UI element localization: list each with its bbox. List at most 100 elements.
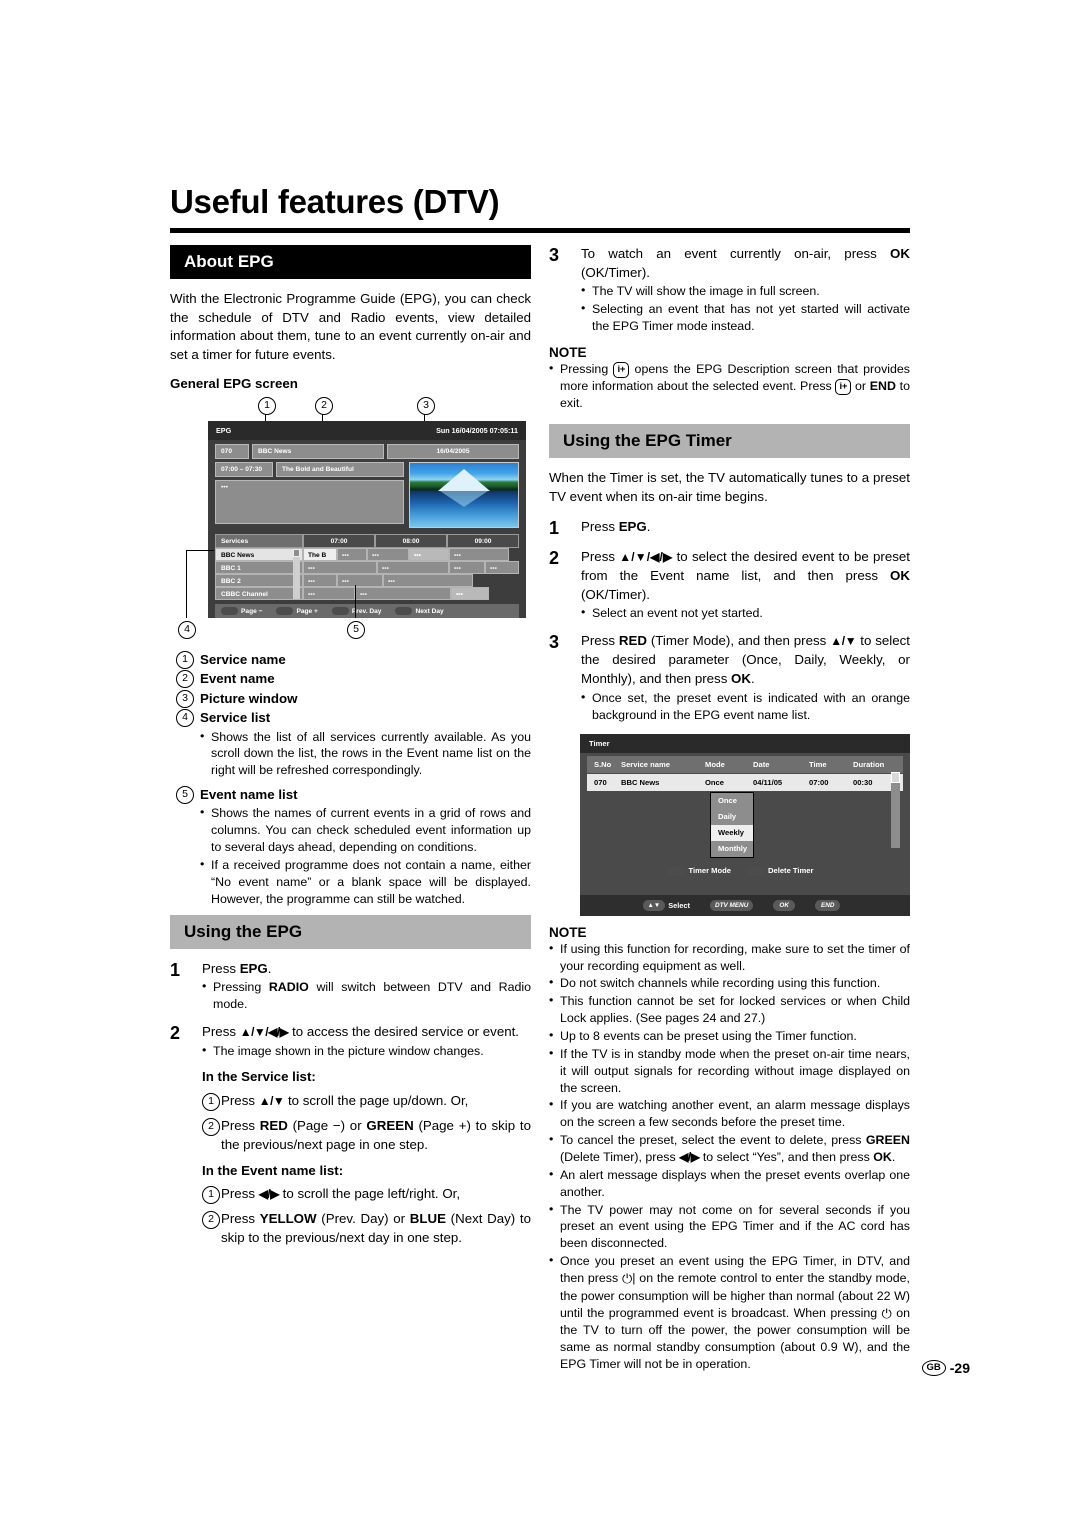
dropdown-option-once[interactable]: Once (711, 793, 753, 809)
epg-event-left: 07:00 – 07:30 The Bold and Beautiful ••• (215, 462, 404, 528)
step-text-2: Press ▲/▼/◀/▶ to access the desired serv… (202, 1024, 519, 1040)
section-header-using-epg: Using the EPG (170, 914, 531, 949)
timer-step-text-3: Press RED (Timer Mode), and then press ▲… (581, 633, 911, 687)
subhead-event-name-list: In the Event name list: (202, 1162, 344, 1178)
timer-cell-date: 04/11/05 (753, 777, 783, 787)
step-text-1: Press EPG. (202, 960, 272, 976)
epg-color-button-1[interactable]: Page + (276, 607, 318, 616)
epg-service-list[interactable]: BBC News BBC 1 BBC 2 CBBC Channel (215, 548, 303, 601)
timer-key-dtvmenu[interactable]: DTV MENU (709, 899, 754, 911)
epg-grid-body: BBC News BBC 1 BBC 2 CBBC Channel The B •… (215, 548, 519, 601)
epg-services-header: Services (215, 534, 303, 549)
epg-event-cell-1-2[interactable]: ••• (449, 561, 485, 575)
event-list-step-2-text: Press YELLOW (Prev. Day) or BLUE (Next D… (221, 1211, 532, 1246)
timer-color-button-1[interactable]: Delete Timer (746, 865, 813, 876)
epg-event-cell-0-0[interactable]: The B (303, 548, 337, 562)
figure-legend: 1 Service name 2 Event name 3 Picture wi… (170, 651, 531, 907)
service-list-steps: 1 Press ▲/▼ to scroll the page up/down. … (202, 1092, 531, 1155)
note-bullet-0: If using this function for recording, ma… (549, 940, 910, 975)
service-list-step-1-text: Press ▲/▼ to scroll the page up/down. Or… (221, 1092, 469, 1108)
leader-line-5 (355, 585, 357, 619)
legend-number-2: 2 (170, 670, 200, 689)
epg-event-cell-0-2[interactable]: ••• (367, 548, 409, 562)
epg-event-cell-2-2[interactable]: ••• (383, 574, 473, 588)
epg-time-header-1: 08:00 (375, 534, 447, 549)
note-title-bottom: NOTE (549, 924, 587, 940)
red-button-icon (666, 865, 686, 876)
epg-service-item-0[interactable]: BBC News (215, 548, 303, 562)
epg-service-item-1[interactable]: BBC 1 (215, 561, 303, 575)
epg-service-item-2[interactable]: BBC 2 (215, 574, 303, 588)
timer-titlebar: Timer (580, 733, 910, 753)
epg-event-cell-0-1[interactable]: ••• (337, 548, 367, 562)
timer-step-body-1: Press EPG. (581, 518, 910, 539)
legend-number-3: 3 (170, 689, 200, 708)
timer-table-row[interactable]: 070 BBC News Once 04/11/05 07:00 00:30 (587, 773, 903, 791)
dropdown-option-weekly[interactable]: Weekly (711, 824, 753, 841)
epg-event-cell-2-0[interactable]: ••• (303, 574, 337, 588)
note-bullet-8: The TV power may not come on for several… (549, 1201, 910, 1253)
epg-color-button-3[interactable]: Next Day (395, 607, 444, 616)
legend-label-5: Event name list (200, 787, 298, 803)
timer-color-button-bar: Timer Mode Delete Timer (580, 865, 910, 876)
epg-event-cell-3-0[interactable]: ••• (303, 587, 355, 601)
callout-1: 1 (258, 397, 276, 416)
timer-scrollbar-thumb[interactable] (891, 771, 900, 783)
legend-number-5: 5 (170, 786, 200, 805)
epg-scrollbar-thumb[interactable] (293, 549, 300, 558)
dropdown-option-daily[interactable]: Daily (711, 809, 753, 825)
timer-title: Timer (589, 738, 610, 748)
green-button-icon (746, 865, 766, 876)
step-body-3: To watch an event currently on-air, pres… (581, 245, 910, 336)
epg-event-cell-3-1[interactable]: ••• (355, 587, 451, 601)
dropdown-option-monthly[interactable]: Monthly (711, 841, 753, 857)
epg-event-cell-3-2[interactable]: ••• (451, 587, 489, 601)
epg-service-item-3[interactable]: CBBC Channel (215, 587, 303, 601)
green-button-icon (276, 607, 294, 616)
timer-key-select[interactable]: ▲▼ Select (642, 899, 690, 911)
note-bullet-3: Up to 8 events can be preset using the T… (549, 1027, 910, 1045)
timer-screen-figure: Timer S.No Service name Mode Date Time D… (580, 733, 910, 916)
timer-step-body-2: Press ▲/▼/◀/▶ to select the desired even… (581, 548, 910, 623)
timer-step-number-1: 1 (549, 517, 560, 538)
timer-cell-sno: 070 (594, 777, 607, 787)
circled-2b: 2 (202, 1210, 221, 1248)
timer-step-1: 1 Press EPG. (549, 518, 910, 539)
step-1-bullets: Pressing RADIO will switch between DTV a… (202, 978, 531, 1013)
timer-color-button-0[interactable]: Timer Mode (666, 865, 731, 876)
epg-event-row-3: ••• ••• ••• (303, 587, 519, 601)
legend-4-bullets: Shows the list of all services currently… (200, 728, 531, 780)
timer-mode-dropdown[interactable]: Once Daily Weekly Monthly (710, 791, 754, 858)
legend-item-4: 4 Service list (170, 709, 531, 728)
note-bullet-1: Do not switch channels while recording u… (549, 974, 910, 992)
timer-cell-service-name: BBC News (621, 777, 660, 787)
epg-event-cell-1-0[interactable]: ••• (303, 561, 377, 575)
epg-event-cell-0-3[interactable]: ••• (409, 548, 449, 562)
epg-service-row: 070 BBC News 16/04/2005 (215, 444, 519, 460)
epg-color-button-0[interactable]: Page − (221, 607, 262, 616)
red-button-icon (221, 607, 238, 616)
page-content: Useful features (DTV) About EPG With the… (170, 184, 911, 1374)
epg-color-button-2[interactable]: Prev. Day (331, 607, 381, 616)
epg-event-cell-0-4[interactable]: ••• (449, 548, 509, 562)
epg-grid-header: Services 07:00 08:00 09:00 (215, 534, 519, 549)
timer-scrollbar[interactable] (891, 771, 900, 848)
epg-time-header-0: 07:00 (303, 534, 375, 549)
timer-step-3-bullet-0: Once set, the preset event is indicated … (581, 689, 910, 724)
epg-event-name-list[interactable]: The B ••• ••• ••• ••• ••• ••• ••• ••• ••• ••• ••• ••… (303, 548, 519, 601)
timer-step-2-bullet-0: Select an event not yet started. (581, 604, 910, 622)
callout-4: 4 (178, 621, 196, 640)
note-bullet-7: An alert message displays when the prese… (549, 1166, 910, 1201)
mountain-shape (438, 469, 490, 492)
epg-event-cell-1-3[interactable]: ••• (485, 561, 519, 575)
legend-5-bullet-1: If a received programme does not contain… (200, 856, 531, 908)
legend-item-5: 5 Event name list (170, 786, 531, 805)
epg-event-row: 07:00 – 07:30 The Bold and Beautiful ••• (215, 462, 519, 529)
timer-key-ok[interactable]: OK (773, 899, 795, 911)
epg-event-cell-1-1[interactable]: ••• (377, 561, 449, 575)
epg-event-cell-2-1[interactable]: ••• (337, 574, 383, 588)
timer-key-end[interactable]: END (814, 899, 841, 911)
epg-service-scrollbar[interactable] (293, 549, 300, 600)
circled-1b: 1 (202, 1185, 221, 1205)
service-list-step-2: 2 Press RED (Page −) or GREEN (Page +) t… (202, 1117, 531, 1155)
